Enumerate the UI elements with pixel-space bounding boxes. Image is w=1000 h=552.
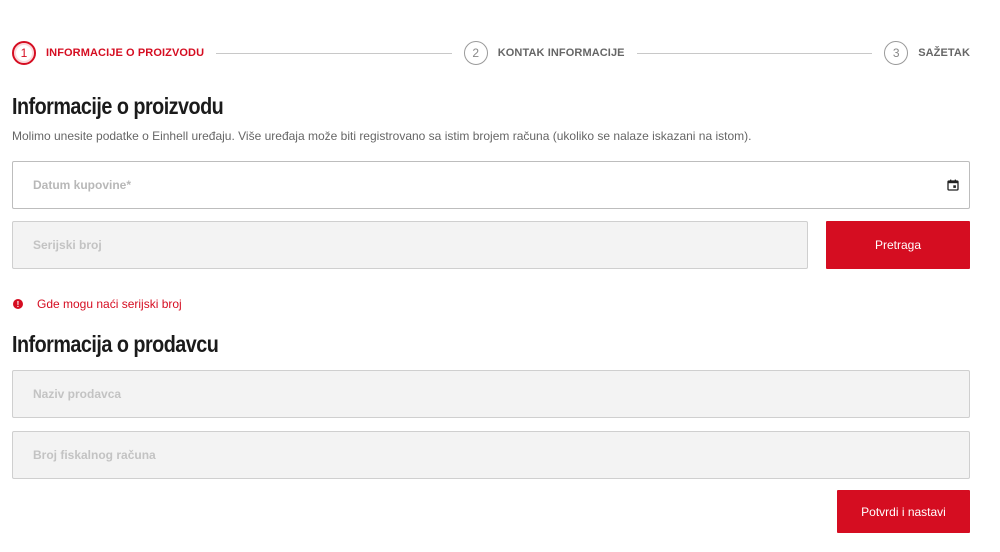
step-contact-info[interactable]: 2 KONTAK INFORMACIJE — [463, 41, 625, 65]
search-button[interactable]: Pretraga — [826, 221, 970, 269]
step-number: 2 — [463, 41, 488, 65]
seller-name-input[interactable]: Naziv prodavca — [12, 370, 970, 418]
step-label: SAŽETAK — [918, 47, 971, 59]
seller-name-placeholder: Naziv prodavca — [33, 387, 122, 401]
purchase-date-input[interactable]: Datum kupovine* — [12, 161, 970, 209]
progress-stepper: 1 INFORMACIJE O PROIZVODU 2 KONTAK INFOR… — [12, 41, 970, 65]
registration-page: 1 INFORMACIJE O PROIZVODU 2 KONTAK INFOR… — [0, 0, 1000, 552]
purchase-date-placeholder: Datum kupovine* — [33, 178, 132, 192]
step-label: INFORMACIJE O PROIZVODU — [46, 47, 205, 59]
receipt-number-placeholder: Broj fiskalnog računa — [33, 448, 156, 462]
product-section-title: Informacije o proizvodu — [12, 93, 224, 119]
seller-section-title: Informacija o prodavcu — [12, 331, 219, 357]
product-section-description: Molimo unesite podatke o Einhell uređaju… — [12, 129, 752, 143]
serial-number-placeholder: Serijski broj — [33, 238, 102, 252]
info-icon: ! — [13, 299, 23, 309]
step-number: 3 — [884, 41, 909, 65]
serial-help-link[interactable]: ! Gde mogu naći serijski broj — [13, 297, 182, 311]
confirm-continue-button[interactable]: Potvrdi i nastavi — [837, 490, 970, 533]
step-product-info[interactable]: 1 INFORMACIJE O PROIZVODU — [12, 41, 204, 65]
step-connector — [636, 52, 873, 54]
step-number: 1 — [12, 41, 36, 65]
step-label: KONTAK INFORMACIJE — [497, 47, 625, 59]
serial-help-label: Gde mogu naći serijski broj — [37, 297, 182, 311]
calendar-icon[interactable] — [947, 179, 959, 191]
receipt-number-input[interactable]: Broj fiskalnog računa — [12, 431, 970, 479]
step-connector — [216, 52, 452, 54]
serial-number-input[interactable]: Serijski broj — [12, 221, 808, 269]
step-summary[interactable]: 3 SAŽETAK — [884, 41, 970, 65]
